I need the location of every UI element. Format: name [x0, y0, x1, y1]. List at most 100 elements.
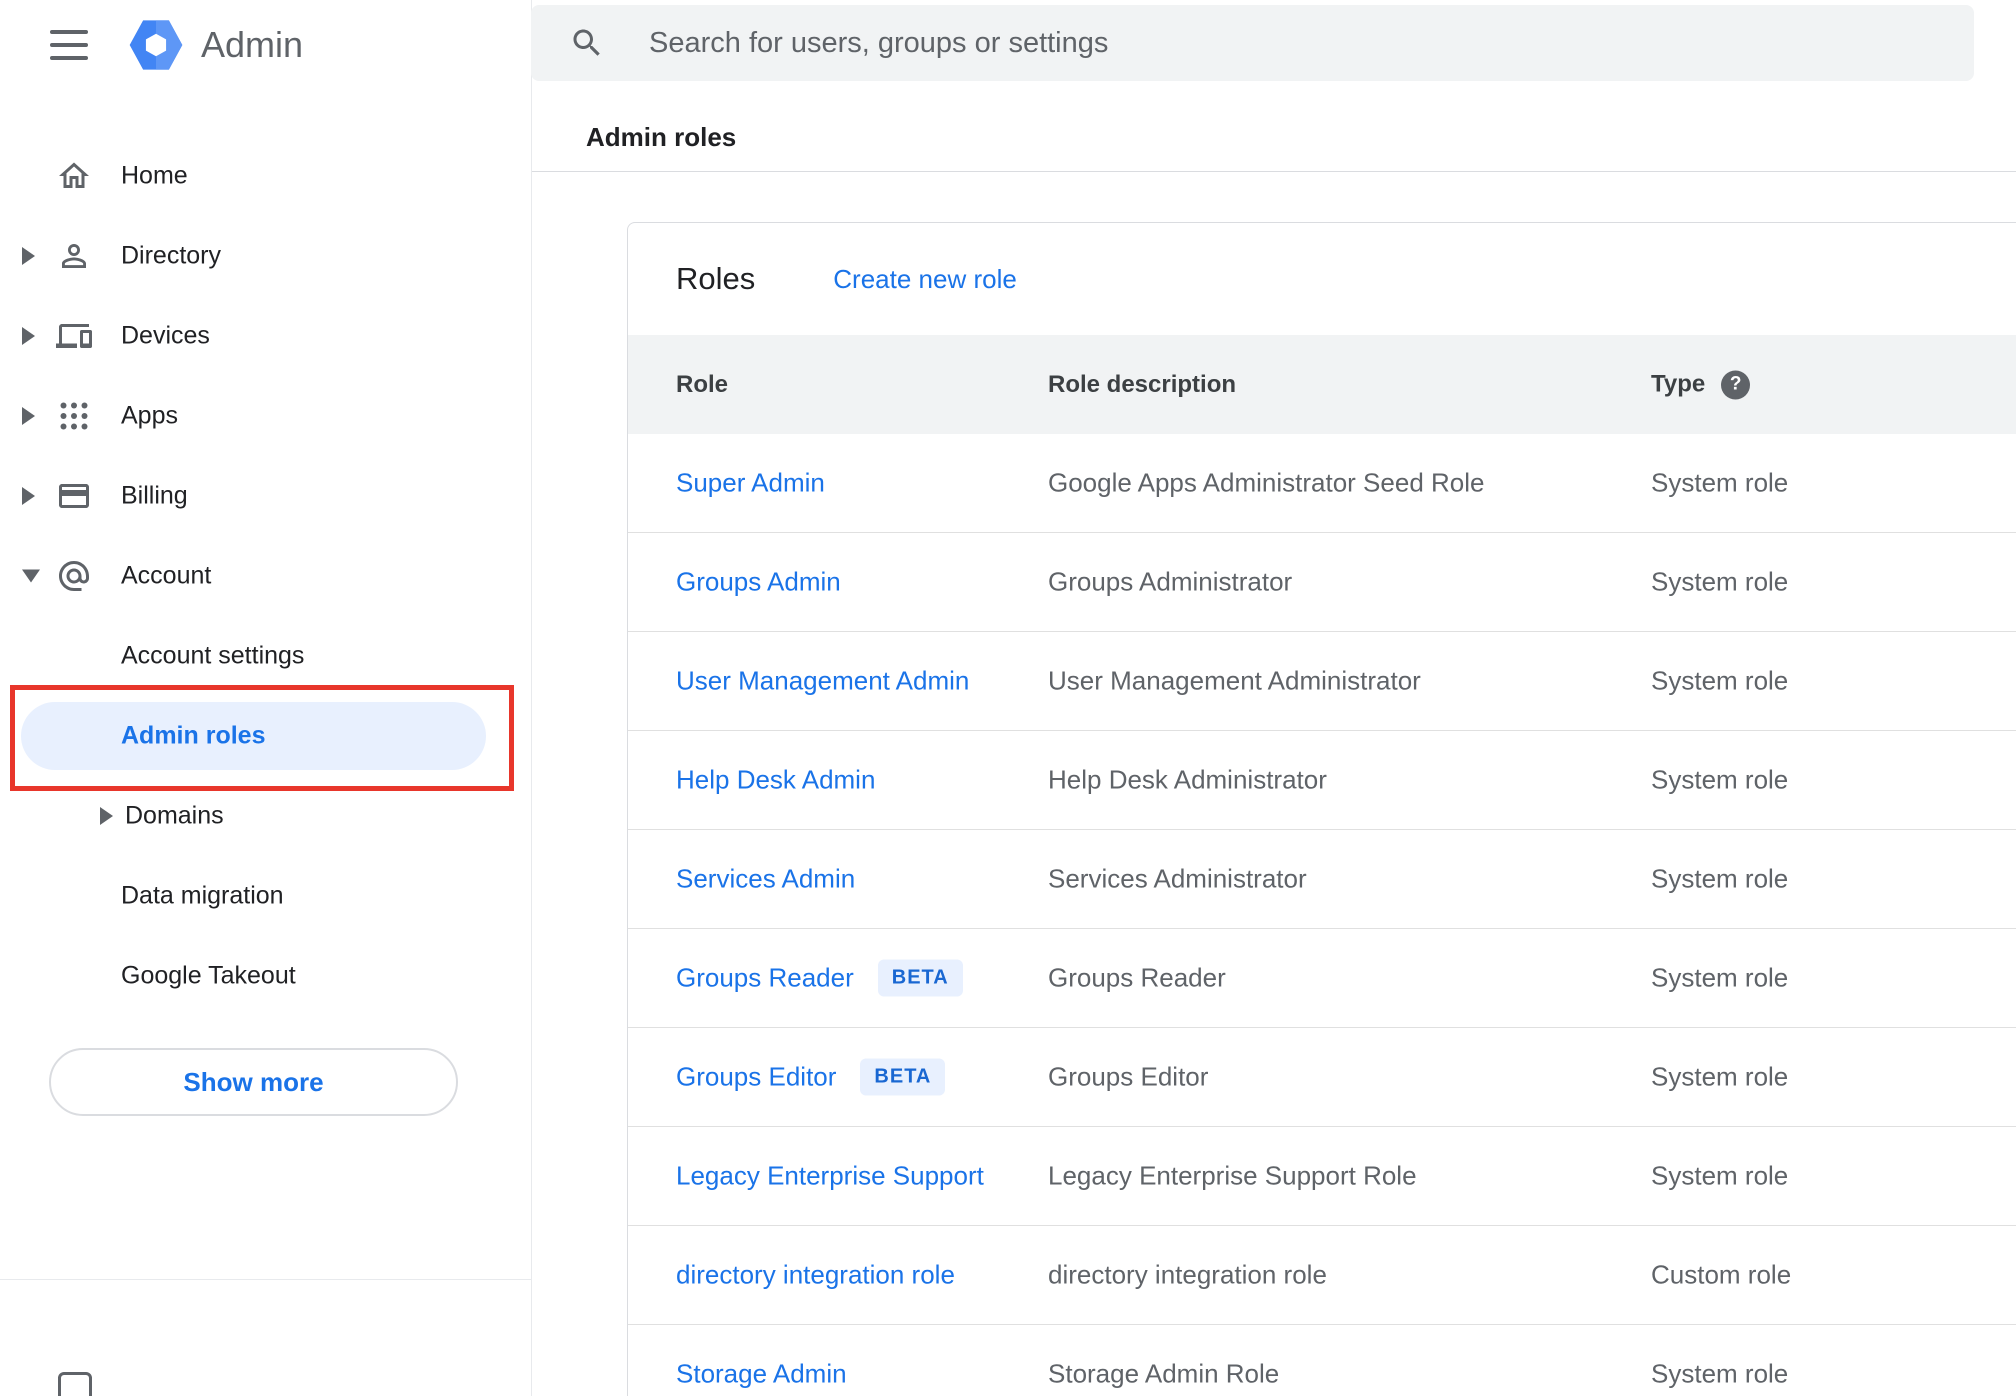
home-icon [56, 158, 92, 194]
column-header-description: Role description [1048, 370, 1237, 398]
sidebar-item-domains[interactable]: Domains [0, 776, 531, 856]
sidebar-item-label: Account [121, 561, 212, 590]
table-row: Groups Reader BETA Groups Reader System … [628, 929, 2016, 1028]
sidebar-item-apps[interactable]: Apps [0, 376, 531, 456]
sidebar-item-label: Devices [121, 321, 210, 350]
role-type: System role [1651, 566, 1789, 597]
menu-icon[interactable] [50, 30, 88, 60]
table-row: Services Admin Services Administrator Sy… [628, 830, 2016, 929]
help-icon[interactable]: ? [1721, 370, 1751, 399]
table-row: Help Desk Admin Help Desk Administrator … [628, 731, 2016, 830]
sidebar-header: Admin [0, 0, 531, 90]
table-row: Storage Admin Storage Admin Role System … [628, 1325, 2016, 1396]
sidebar-nav: Home Directory Devices Apps Billing Acco… [0, 136, 531, 1016]
brand-name: Admin [201, 24, 304, 65]
sidebar-item-billing[interactable]: Billing [0, 456, 531, 536]
devices-icon [56, 318, 92, 354]
sidebar-item-admin-roles[interactable]: Admin roles [0, 696, 531, 776]
role-link[interactable]: Storage Admin [676, 1359, 847, 1390]
roles-table-body: Super Admin Google Apps Administrator Se… [628, 434, 2016, 1396]
sidebar-item-label: Domains [125, 801, 224, 830]
beta-badge: BETA [860, 1058, 946, 1096]
role-type: System role [1651, 962, 1789, 993]
sidebar-item-google-takeout[interactable]: Google Takeout [0, 936, 531, 1016]
role-cell: Groups Editor BETA [676, 1058, 946, 1096]
role-link[interactable]: Legacy Enterprise Support [676, 1161, 984, 1192]
role-type: System role [1651, 1358, 1789, 1389]
role-cell: User Management Admin [676, 666, 969, 697]
role-description: Services Administrator [1048, 863, 1307, 894]
sidebar-divider [0, 1279, 531, 1280]
sidebar-item-account-settings[interactable]: Account settings [0, 616, 531, 696]
role-type: System role [1651, 1160, 1789, 1191]
role-cell: Services Admin [676, 864, 855, 895]
column-header-role: Role [676, 370, 729, 398]
role-link[interactable]: directory integration role [676, 1260, 955, 1291]
table-row: Legacy Enterprise Support Legacy Enterpr… [628, 1127, 2016, 1226]
role-type: Custom role [1651, 1259, 1792, 1290]
sidebar-item-label: Google Takeout [121, 961, 296, 990]
role-description: Groups Editor [1048, 1061, 1209, 1092]
table-row: Groups Admin Groups Administrator System… [628, 533, 2016, 632]
role-type: System role [1651, 467, 1789, 498]
role-description: directory integration role [1048, 1259, 1327, 1290]
role-description: User Management Administrator [1048, 665, 1421, 696]
role-cell: Super Admin [676, 468, 825, 499]
role-cell: directory integration role [676, 1260, 955, 1291]
sidebar-item-home[interactable]: Home [0, 136, 531, 216]
role-cell: Legacy Enterprise Support [676, 1161, 984, 1192]
page-title: Roles [676, 261, 756, 296]
sidebar-item-devices[interactable]: Devices [0, 296, 531, 376]
table-row: User Management Admin User Management Ad… [628, 632, 2016, 731]
sidebar-item-account[interactable]: Account [0, 536, 531, 616]
sidebar-item-directory[interactable]: Directory [0, 216, 531, 296]
role-link[interactable]: Services Admin [676, 864, 855, 895]
sidebar-item-label: Billing [121, 481, 188, 510]
sidebar-item-label: Apps [121, 401, 178, 430]
collapse-arrow-icon[interactable] [22, 569, 40, 583]
role-cell: Help Desk Admin [676, 765, 875, 796]
admin-logo-icon [129, 20, 183, 70]
role-cell: Groups Admin [676, 567, 841, 598]
expand-arrow-icon[interactable] [22, 407, 35, 425]
role-link[interactable]: Groups Reader [676, 963, 854, 994]
role-description: Google Apps Administrator Seed Role [1048, 467, 1485, 498]
role-cell: Groups Reader BETA [676, 959, 963, 997]
sidebar-item-data-migration[interactable]: Data migration [0, 856, 531, 936]
expand-arrow-icon[interactable] [22, 247, 35, 265]
role-cell: Storage Admin [676, 1359, 847, 1390]
sidebar-item-label: Directory [121, 241, 222, 270]
apps-icon [56, 398, 92, 434]
role-description: Help Desk Administrator [1048, 764, 1327, 795]
billing-icon [56, 478, 92, 514]
beta-badge: BETA [877, 959, 963, 997]
sidebar-item-label: Data migration [121, 881, 284, 910]
role-type: System role [1651, 1061, 1789, 1092]
expand-arrow-icon[interactable] [100, 807, 113, 825]
search-icon[interactable] [569, 25, 605, 61]
sidebar-item-label: Admin roles [121, 721, 266, 750]
role-link[interactable]: Groups Editor [676, 1062, 836, 1093]
create-new-role-link[interactable]: Create new role [833, 264, 1017, 295]
expand-arrow-icon[interactable] [22, 327, 35, 345]
table-row: Super Admin Google Apps Administrator Se… [628, 434, 2016, 533]
brand[interactable]: Admin [128, 17, 303, 73]
sidebar: Admin Home Directory Devices Apps Billin… [0, 0, 532, 1396]
show-more-button[interactable]: Show more [49, 1048, 458, 1116]
search-input[interactable] [647, 25, 1974, 61]
roles-card: Roles Create new role Role Role descript… [627, 222, 2016, 1396]
role-link[interactable]: User Management Admin [676, 666, 969, 697]
role-link[interactable]: Super Admin [676, 468, 825, 499]
column-header-type: Type ? [1651, 370, 1751, 399]
role-type: System role [1651, 863, 1789, 894]
card-header: Roles Create new role [628, 223, 2016, 335]
partial-sidebar-icon [58, 1372, 92, 1396]
breadcrumb: Admin roles [586, 122, 737, 152]
role-type: System role [1651, 665, 1789, 696]
at-icon [56, 558, 92, 594]
sidebar-item-label: Home [121, 161, 188, 190]
role-link[interactable]: Help Desk Admin [676, 765, 875, 796]
expand-arrow-icon[interactable] [22, 487, 35, 505]
admin-console-screen: Admin Home Directory Devices Apps Billin… [0, 0, 2016, 1396]
role-link[interactable]: Groups Admin [676, 567, 841, 598]
